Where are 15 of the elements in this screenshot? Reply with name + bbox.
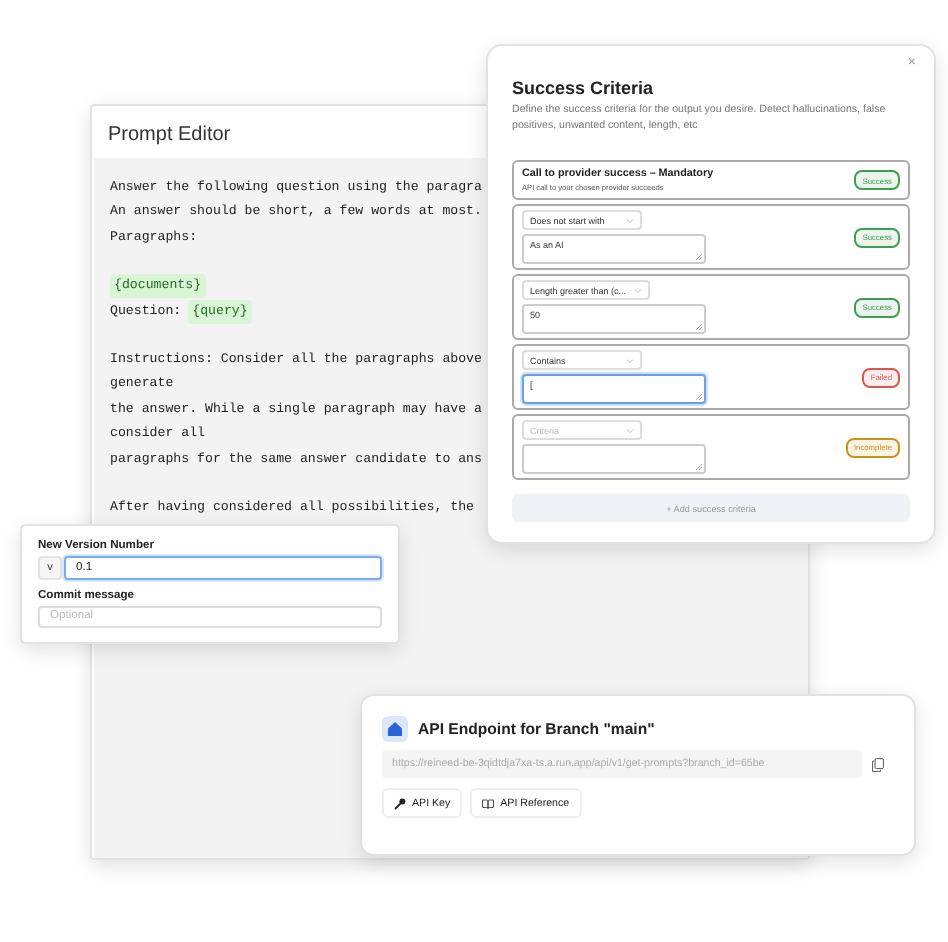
criteria-input[interactable] <box>522 444 706 474</box>
caret-icon <box>626 357 634 363</box>
copy-icon[interactable] <box>872 757 884 771</box>
panel-title: Prompt Editor <box>108 124 231 146</box>
house-icon <box>382 716 408 742</box>
book-icon <box>482 797 495 809</box>
caret-icon <box>626 217 634 223</box>
caret-icon <box>626 427 634 433</box>
resize-grip-icon <box>696 464 702 470</box>
resize-grip-icon <box>696 254 702 260</box>
key-icon <box>394 797 406 809</box>
caret-icon <box>634 287 643 293</box>
panel-title: Success Criteria <box>512 78 656 98</box>
resize-grip-icon <box>696 324 702 330</box>
resize-grip-icon <box>696 394 702 400</box>
